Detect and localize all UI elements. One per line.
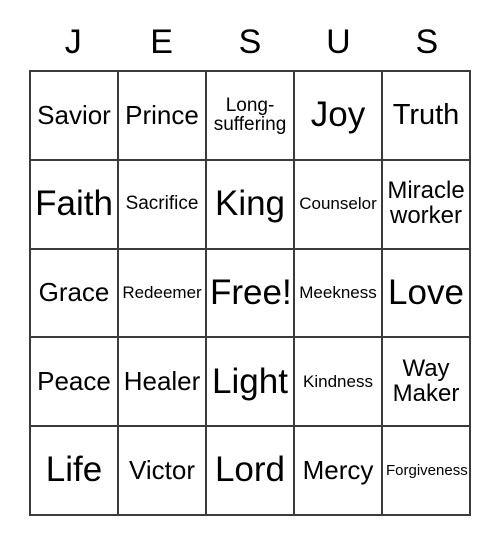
header-letter-1: E [150,23,173,61]
bingo-cell[interactable]: Forgiveness [383,427,471,516]
header-letter-3: U [326,23,351,61]
bingo-cell[interactable]: Redeemer [119,249,207,339]
bingo-cell[interactable]: Joy [295,72,383,161]
bingo-cell[interactable]: Miracle worker [383,160,471,250]
bingo-cell[interactable]: Sacrifice [119,160,207,250]
bingo-row: Peace Healer Light Kindness Way Maker [31,338,471,428]
bingo-cell-label: Life [45,450,103,490]
bingo-cell[interactable]: Way Maker [383,338,471,428]
bingo-cell-label: Redeemer [122,283,202,303]
bingo-cell-label: Peace [37,366,111,397]
bingo-cell[interactable]: Light [207,338,295,428]
bingo-cell-label: Free! [210,272,292,312]
bingo-cell-label: Miracle worker [387,177,465,230]
bingo-cell[interactable]: Lord [207,427,295,516]
bingo-cell[interactable]: Prince [119,72,207,161]
bingo-cell-label: Love [388,272,464,312]
bingo-cell-label: Sacrifice [125,193,199,215]
bingo-cell-label: Truth [392,99,460,132]
bingo-cell-label: Savior [37,99,111,130]
bingo-cell[interactable]: Meekness [295,249,383,339]
bingo-cell-label: Victor [129,455,195,486]
bingo-row: Life Victor Lord Mercy Forgiveness [31,427,471,516]
bingo-cell-label: Light [212,361,288,401]
bingo-cell[interactable]: Kindness [295,338,383,428]
bingo-cell[interactable]: Mercy [295,427,383,516]
bingo-grid: Savior Prince Long-suffering Joy Truth F… [29,70,471,516]
bingo-cell-label: Prince [125,99,199,130]
bingo-cell[interactable]: Counselor [295,160,383,250]
bingo-cell[interactable]: Savior [31,72,119,161]
bingo-cell-label: Joy [310,95,366,135]
bingo-cell-label: Faith [35,184,113,223]
bingo-cell[interactable]: Healer [119,338,207,428]
bingo-cell[interactable]: Love [383,249,471,339]
bingo-cell[interactable]: King [207,160,295,250]
bingo-cell-free[interactable]: Free! [207,249,295,339]
bingo-row: Faith Sacrifice King Counselor Miracle w… [31,160,471,250]
bingo-cell-label: Long-suffering [213,94,287,136]
bingo-cell-label: Mercy [302,455,374,486]
bingo-cell-label: Way Maker [392,354,460,407]
bingo-header: J E S U S [29,14,471,70]
bingo-cell-label: Healer [123,366,201,397]
bingo-cell[interactable]: Truth [383,72,471,161]
header-letter-4: S [415,23,439,61]
bingo-cell[interactable]: Victor [119,427,207,516]
bingo-row: Savior Prince Long-suffering Joy Truth [31,72,471,161]
bingo-cell[interactable]: Peace [31,338,119,428]
bingo-cell-label: Kindness [303,371,373,391]
bingo-cell-label: Counselor [299,194,377,214]
bingo-row: Grace Redeemer Free! Meekness Love [31,249,471,339]
bingo-cell-label: Grace [38,277,110,308]
bingo-cell-label: Forgiveness [386,461,468,479]
bingo-cell[interactable]: Long-suffering [207,72,295,161]
bingo-cell-label: Lord [214,450,286,490]
header-letter-0: J [64,23,82,61]
bingo-cell[interactable]: Grace [31,249,119,339]
header-letter-2: S [238,23,262,61]
bingo-cell-label: King [214,184,286,223]
bingo-card: J E S U S Savior Prince Long-suffering J… [29,14,471,516]
bingo-cell[interactable]: Faith [31,160,119,250]
bingo-cell-label: Meekness [299,283,377,303]
bingo-cell[interactable]: Life [31,427,119,516]
